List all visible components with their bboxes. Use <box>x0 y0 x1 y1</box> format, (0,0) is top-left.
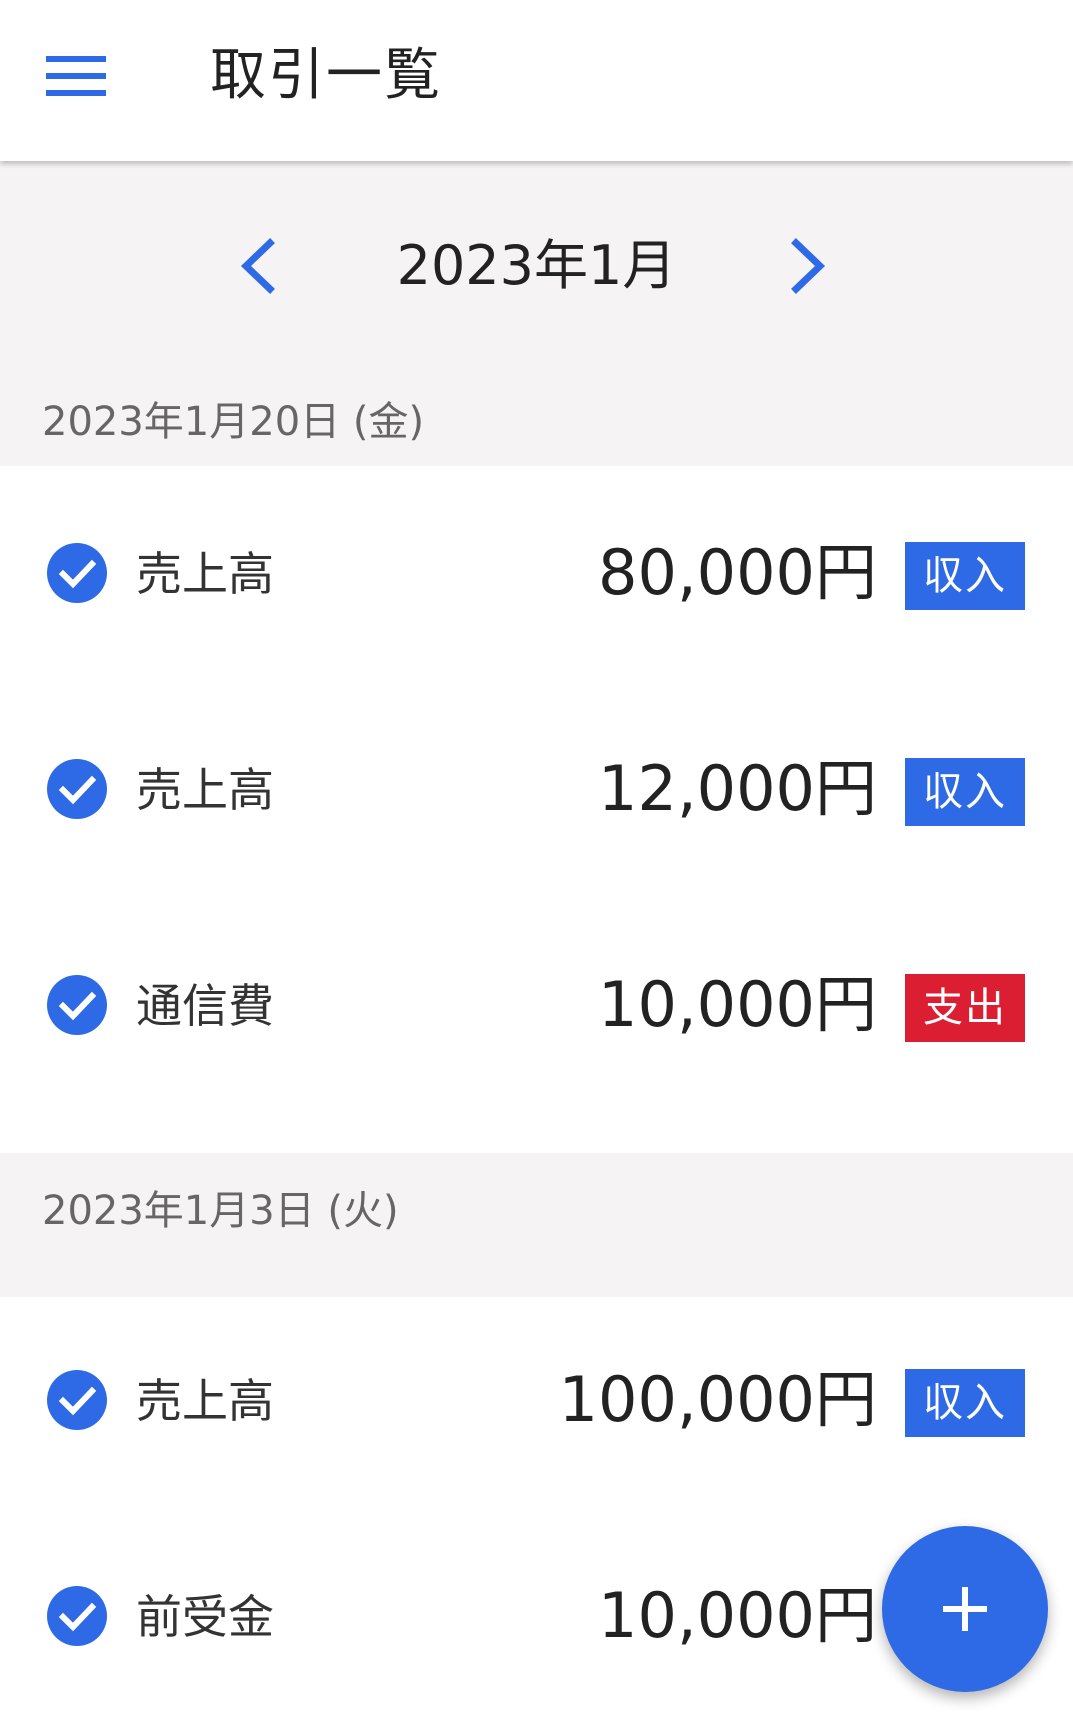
check-circle-icon <box>47 543 107 603</box>
transaction-account: 売上高 <box>136 763 274 817</box>
check-circle-icon <box>47 1586 107 1646</box>
transaction-account: 売上高 <box>136 1374 274 1428</box>
transaction-account: 前受金 <box>136 1590 274 1644</box>
app-bar: 取引一覧 <box>0 0 1073 161</box>
date-label: 2023年1月3日 (火) <box>42 1188 399 1234</box>
transaction-list[interactable]: 2023年1月 2023年1月20日 (金) 売上高 80,000円 収入 売上… <box>0 161 1073 1705</box>
income-badge: 収入 <box>905 542 1025 610</box>
transaction-row[interactable]: 売上高 80,000円 収入 <box>0 466 1073 682</box>
transaction-amount: 100,000円 <box>558 1363 877 1436</box>
month-navigator: 2023年1月 <box>0 161 1073 358</box>
chevron-right-icon[interactable] <box>774 231 834 301</box>
transaction-amount: 12,000円 <box>598 752 877 825</box>
date-group-header: 2023年1月20日 (金) <box>0 358 1073 466</box>
check-circle-icon <box>47 759 107 819</box>
plus-icon <box>943 1587 987 1631</box>
transaction-account: 通信費 <box>136 979 274 1033</box>
income-badge: 収入 <box>905 1369 1025 1437</box>
income-badge: 収入 <box>905 758 1025 826</box>
date-label: 2023年1月20日 (金) <box>42 399 425 445</box>
expense-badge: 支出 <box>905 974 1025 1042</box>
check-circle-icon <box>47 1370 107 1430</box>
transaction-row[interactable]: 売上高 12,000円 収入 <box>0 682 1073 898</box>
date-group-header: 2023年1月3日 (火) <box>0 1153 1073 1297</box>
transaction-amount: 10,000円 <box>598 968 877 1041</box>
hamburger-menu-icon[interactable] <box>46 56 106 96</box>
transaction-row[interactable]: 売上高 100,000円 収入 <box>0 1297 1073 1513</box>
transaction-amount: 80,000円 <box>598 536 877 609</box>
add-transaction-button[interactable] <box>882 1526 1048 1692</box>
transaction-row[interactable]: 通信費 10,000円 支出 <box>0 898 1073 1114</box>
page-title: 取引一覧 <box>210 43 442 108</box>
transaction-amount: 10,000円 <box>598 1579 877 1652</box>
check-circle-icon <box>47 975 107 1035</box>
transaction-account: 売上高 <box>136 547 274 601</box>
month-label: 2023年1月 <box>396 234 677 297</box>
